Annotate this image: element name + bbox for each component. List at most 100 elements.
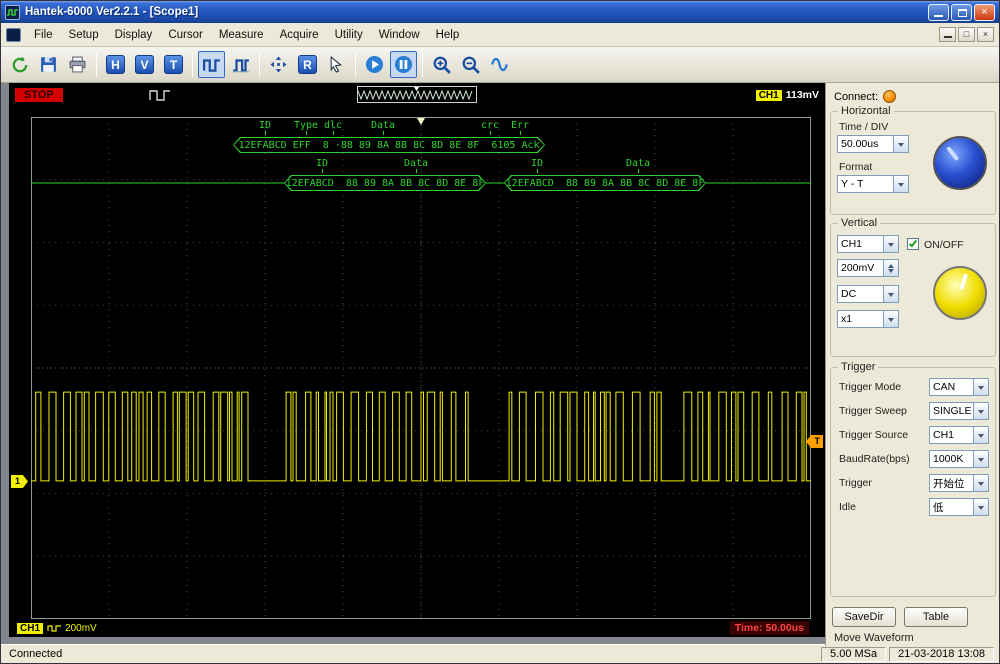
- t-button-label: T: [164, 55, 183, 74]
- trigger-mode-label: Trigger Mode: [839, 381, 901, 393]
- run-button[interactable]: [361, 51, 388, 78]
- idle-label: Idle: [839, 501, 856, 513]
- zoom-out-icon: [462, 56, 480, 74]
- child-close-button[interactable]: ×: [977, 27, 994, 42]
- channel-value: CH1: [838, 238, 883, 250]
- vertical-panel-button[interactable]: V: [131, 51, 158, 78]
- trigger-condition-select[interactable]: 开始位: [929, 474, 989, 492]
- channel-onoff-checkbox[interactable]: [907, 238, 919, 250]
- menu-utility[interactable]: Utility: [327, 26, 371, 44]
- minimize-button[interactable]: [928, 4, 949, 21]
- title-bar[interactable]: Hantek-6000 Ver2.2.1 - [Scope1] ×: [1, 1, 999, 23]
- menu-setup[interactable]: Setup: [61, 26, 107, 44]
- scope-grid-area[interactable]: ID Type dlc Data crc Err 12EFABCD EFF 8 …: [31, 117, 811, 619]
- close-button[interactable]: ×: [974, 4, 995, 21]
- toolbar-separator: [96, 53, 97, 77]
- scope-display: STOP CH1 113mV ID Type dlc Data crc: [9, 83, 827, 637]
- onoff-label: ON/OFF: [924, 239, 964, 251]
- waveform-generator-button[interactable]: [486, 51, 513, 78]
- zoom-out-button[interactable]: [457, 51, 484, 78]
- can-frame-3-text: 12EFABCD 88 89 8A 8B 8C 8D 8E 8F: [506, 178, 705, 189]
- trigger-level-value: 113mV: [786, 89, 819, 101]
- chevron-down-icon: [973, 499, 988, 515]
- trigger-source-select[interactable]: CH1: [929, 426, 989, 444]
- toolbar: H V T R: [1, 47, 999, 83]
- minimize-icon: [934, 15, 943, 17]
- volts-div-spinner[interactable]: 200mV: [837, 259, 899, 277]
- can-frame-3[interactable]: 12EFABCD 88 89 8A 8B 8C 8D 8E 8F: [504, 175, 706, 191]
- child-minimize-button[interactable]: [939, 27, 956, 42]
- format-select[interactable]: Y - T: [837, 175, 909, 193]
- h-button-label: H: [106, 55, 125, 74]
- menu-file[interactable]: File: [26, 26, 61, 44]
- decode-header-dlc: dlc: [324, 120, 342, 131]
- chevron-down-icon: [973, 475, 988, 491]
- trigger-panel-button[interactable]: T: [160, 51, 187, 78]
- horizontal-panel-button[interactable]: H: [102, 51, 129, 78]
- chevron-down-icon: [883, 286, 898, 302]
- table-button[interactable]: Table: [904, 607, 968, 627]
- channel1-ground-marker[interactable]: 1: [11, 475, 28, 488]
- waveform-preview[interactable]: [357, 86, 477, 103]
- horizontal-knob[interactable]: [933, 136, 987, 190]
- chevron-down-icon: [973, 427, 988, 443]
- menu-acquire[interactable]: Acquire: [272, 26, 327, 44]
- trigger-readout: CH1 113mV: [756, 89, 819, 101]
- time-div-select[interactable]: 50.00us: [837, 135, 909, 153]
- time-div-label: Time / DIV: [839, 121, 888, 133]
- toolbar-separator: [259, 53, 260, 77]
- maximize-button[interactable]: [951, 4, 972, 21]
- menu-window[interactable]: Window: [371, 26, 428, 44]
- trigger-source-label: Trigger Source: [839, 429, 908, 441]
- app-icon: [5, 5, 20, 20]
- menu-display[interactable]: Display: [107, 26, 161, 44]
- probe-value: x1: [838, 313, 883, 325]
- child-restore-button[interactable]: □: [958, 27, 975, 42]
- trigger-sweep-label: Trigger Sweep: [839, 405, 907, 417]
- status-bar: Connected 5.00 MSa 21-03-2018 13:08: [1, 644, 999, 663]
- idle-select[interactable]: 低: [929, 498, 989, 516]
- menu-bar: File Setup Display Cursor Measure Acquir…: [1, 23, 999, 47]
- auto-setup-button[interactable]: [323, 51, 350, 78]
- coupling-select[interactable]: DC: [837, 285, 899, 303]
- zoom-in-button[interactable]: [428, 51, 455, 78]
- vertical-knob[interactable]: [933, 266, 987, 320]
- menu-cursor[interactable]: Cursor: [160, 26, 211, 44]
- decode-row2-id1: ID: [316, 158, 328, 169]
- reset-button[interactable]: R: [294, 51, 321, 78]
- fit-screen-button[interactable]: [265, 51, 292, 78]
- save-button[interactable]: [35, 51, 62, 78]
- chevron-down-icon: [973, 379, 988, 395]
- print-button[interactable]: [64, 51, 91, 78]
- can-frame-1[interactable]: 12EFABCD EFF 8 ·88 89 8A 8B 8C 8D 8E 8F …: [233, 137, 545, 153]
- edge-trigger-button[interactable]: [227, 51, 254, 78]
- trigger-type-icon: [149, 89, 171, 102]
- channel-select[interactable]: CH1: [837, 235, 899, 253]
- probe-select[interactable]: x1: [837, 310, 899, 328]
- move-waveform-label: Move Waveform: [834, 632, 914, 644]
- connect-status: Connect:: [834, 90, 896, 103]
- menu-measure[interactable]: Measure: [211, 26, 272, 44]
- chevron-down-icon: [893, 176, 908, 192]
- vertical-group: Vertical CH1 ON/OFF 200mV DC x1: [830, 223, 996, 357]
- can-frame-2[interactable]: 12EFABCD 88 89 8A 8B 8C 8D 8E 8F: [284, 175, 486, 191]
- connect-indicator-icon: [883, 90, 896, 103]
- savedir-button[interactable]: SaveDir: [832, 607, 896, 627]
- chevron-down-icon: [973, 451, 988, 467]
- trigger-sweep-select[interactable]: SINGLE: [929, 402, 989, 420]
- time-per-div-badge: Time: 50.00us: [730, 621, 809, 635]
- menu-help[interactable]: Help: [428, 26, 468, 44]
- pause-button[interactable]: [390, 51, 417, 78]
- baudrate-select[interactable]: 1000K: [929, 450, 989, 468]
- print-icon: [69, 56, 86, 73]
- document-icon[interactable]: [6, 28, 21, 42]
- spinner-arrows-icon[interactable]: [883, 260, 898, 276]
- decode-header-err: Err: [511, 120, 529, 131]
- refresh-button[interactable]: [6, 51, 33, 78]
- decode-header-id: ID: [259, 120, 271, 131]
- pulse-trigger-button[interactable]: [198, 51, 225, 78]
- app-window: Hantek-6000 Ver2.2.1 - [Scope1] × File S…: [0, 0, 1000, 664]
- trigger-mode-select[interactable]: CAN: [929, 378, 989, 396]
- trigger-group-title: Trigger: [838, 361, 878, 373]
- toolbar-separator: [192, 53, 193, 77]
